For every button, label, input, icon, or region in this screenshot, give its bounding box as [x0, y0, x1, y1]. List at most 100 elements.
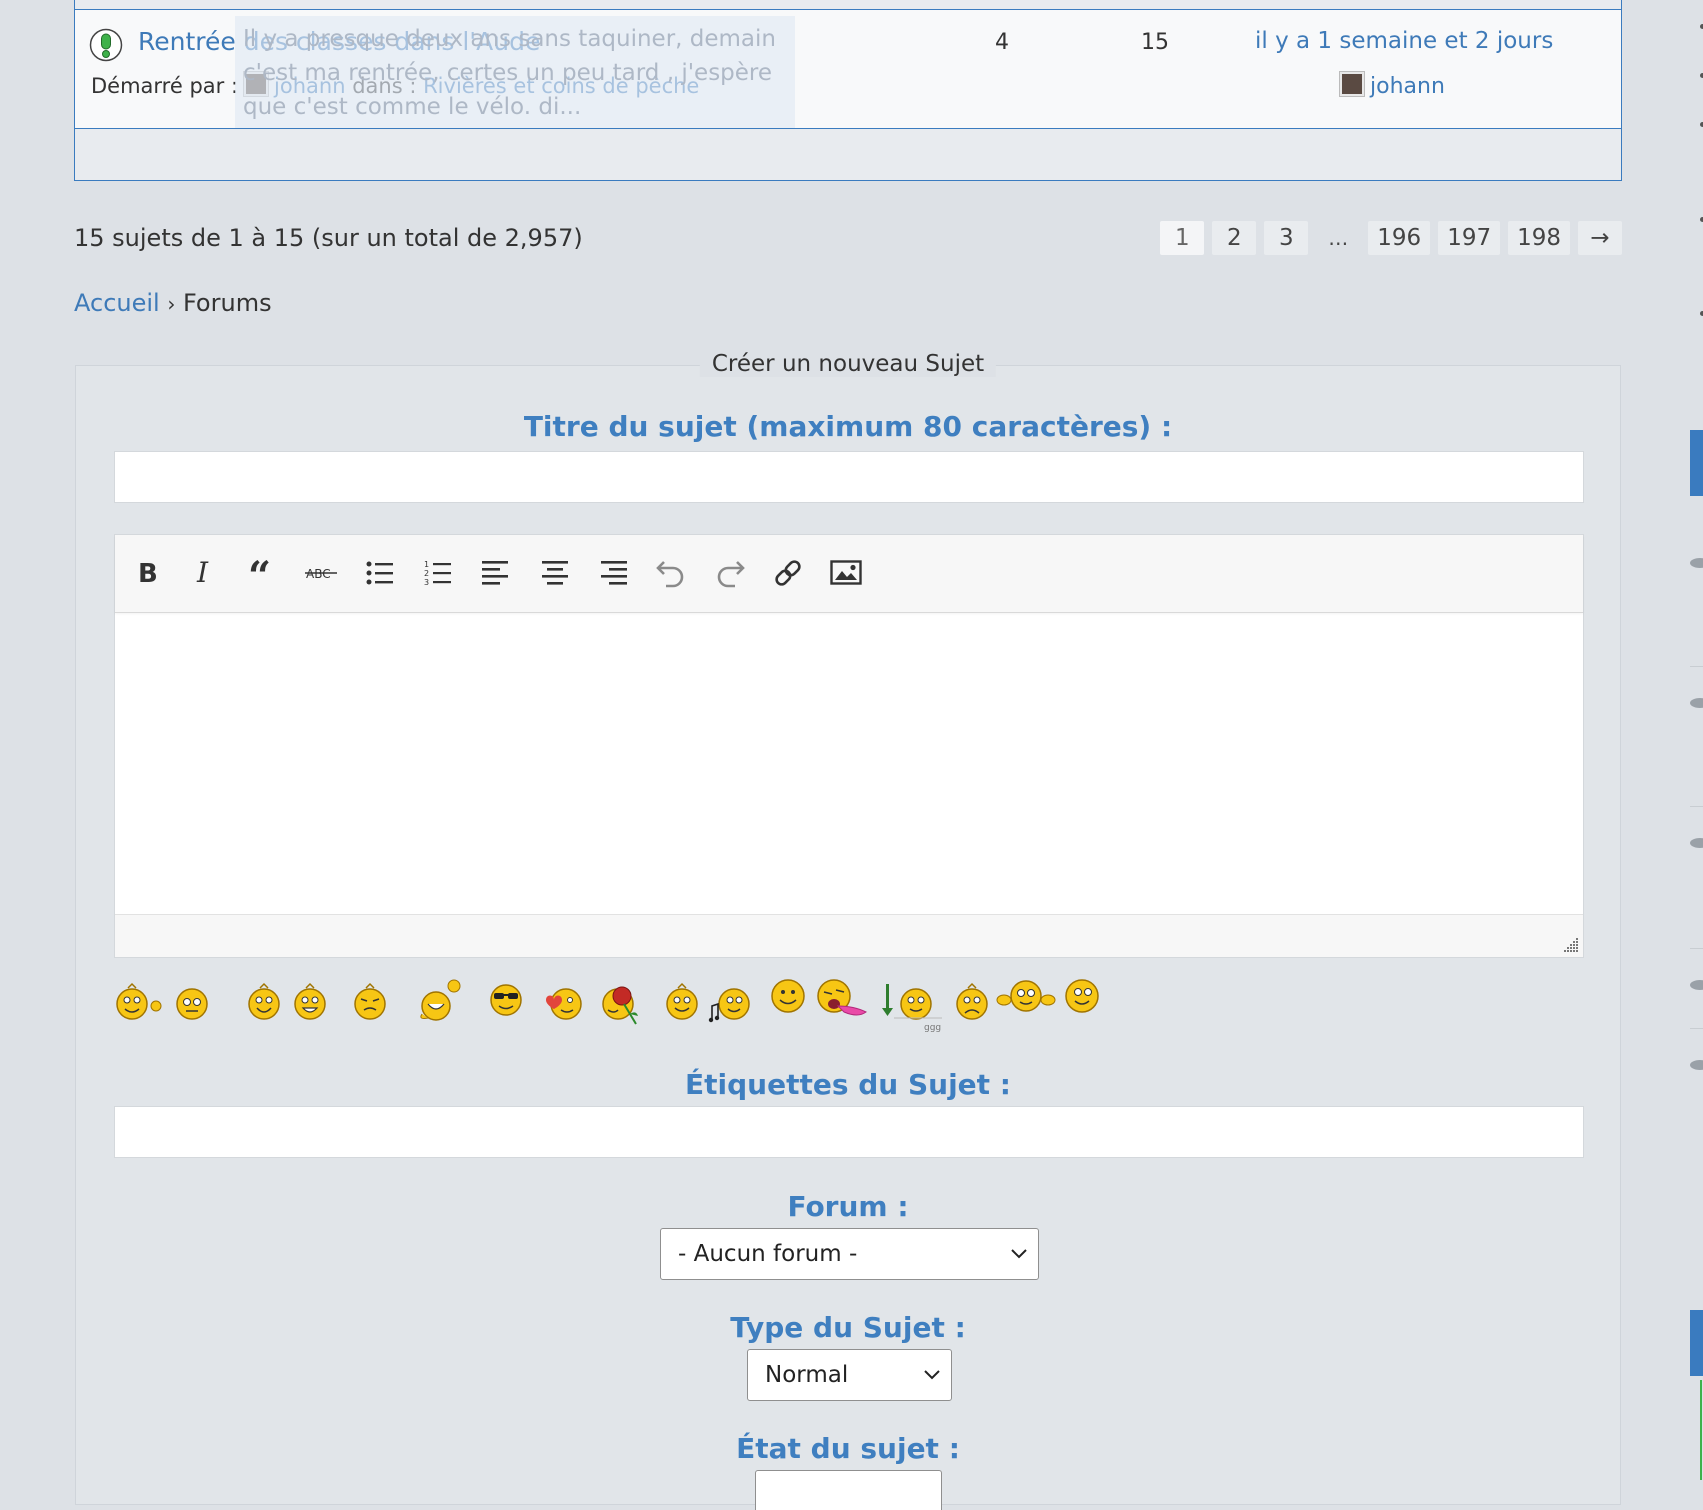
smiley-simple-icon[interactable]: [768, 974, 808, 1024]
title-input[interactable]: [114, 451, 1584, 503]
svg-text:I: I: [196, 559, 209, 587]
breadcrumb-current: Forums: [182, 289, 272, 317]
numbered-list-icon[interactable]: 123: [420, 555, 456, 591]
undo-icon[interactable]: [653, 555, 689, 591]
smiley-hug-icon[interactable]: [996, 974, 1056, 1024]
sidebar-divider: [1690, 948, 1703, 949]
tags-label: Étiquettes du Sujet :: [685, 1068, 1011, 1101]
last-poster-link[interactable]: johann: [1370, 74, 1445, 99]
bullet-list-icon[interactable]: [362, 555, 398, 591]
topic-replies-count: 4: [995, 30, 1009, 55]
breadcrumb-home-link[interactable]: Accueil: [74, 289, 160, 317]
topic-type-select[interactable]: Normal: [747, 1349, 952, 1401]
page-197-link[interactable]: 197: [1438, 221, 1501, 255]
page-1-current: 1: [1160, 221, 1205, 255]
next-page-link[interactable]: →: [1578, 221, 1622, 255]
smiley-squint-icon[interactable]: [350, 974, 390, 1024]
strikethrough-icon[interactable]: ABC: [303, 555, 339, 591]
page-196-link[interactable]: 196: [1368, 221, 1431, 255]
sidebar-heading-bar: [1690, 430, 1703, 496]
smiley-writing-icon[interactable]: ggg: [880, 974, 946, 1034]
smiley-music-icon[interactable]: [706, 974, 756, 1028]
topic-posts-count: 15: [1141, 30, 1169, 55]
svg-text:2: 2: [424, 569, 429, 578]
sidebar-accent: [1700, 1380, 1702, 1480]
svg-text:“: “: [248, 560, 271, 586]
topic-title-link[interactable]: Rentrée des classes dans l'Aude: [138, 27, 540, 56]
comment-icon: [1690, 698, 1703, 708]
topic-status-select[interactable]: [755, 1470, 942, 1510]
editor-content-area[interactable]: [115, 613, 1583, 915]
topic-type-select-value: Normal: [765, 1362, 849, 1388]
forum-label: Forum :: [787, 1190, 909, 1223]
smiley-tongue-icon[interactable]: [814, 974, 874, 1024]
pagination: 1 2 3 … 196 197 198 →: [1160, 221, 1622, 255]
comment-icon: [1690, 1060, 1703, 1070]
chevron-down-icon: [924, 1370, 940, 1380]
smiley-wave-icon[interactable]: [114, 974, 170, 1024]
editor-toolbar: B I “ ABC 123: [115, 535, 1583, 613]
breadcrumb-separator: ›: [167, 292, 176, 316]
svg-text:ggg: ggg: [924, 1023, 941, 1033]
svg-text:3: 3: [424, 578, 429, 587]
page-2-link[interactable]: 2: [1212, 221, 1257, 255]
smiley-happy-icon[interactable]: [244, 974, 284, 1024]
topic-type-label: Type du Sujet :: [730, 1311, 966, 1344]
in-forum-label: dans :: [352, 74, 417, 98]
author-link[interactable]: johann: [274, 74, 345, 98]
sidebar-divider: [1690, 806, 1703, 807]
last-poster: johann: [1340, 72, 1445, 99]
sidebar-divider: [1690, 666, 1703, 667]
forum-select-value: - Aucun forum -: [678, 1241, 858, 1267]
smiley-sad-icon[interactable]: [952, 974, 992, 1024]
avatar: [244, 72, 269, 96]
pagination-count: 15 sujets de 1 à 15 (sur un total de 2,9…: [74, 224, 583, 252]
topic-meta: Démarré par : johann dans : Rivières et c…: [91, 72, 699, 98]
topic-table: Rentrée des classes dans l'Aude Démarré …: [74, 0, 1622, 181]
chevron-down-icon: [1011, 1249, 1027, 1259]
smiley-laugh-icon[interactable]: [414, 974, 464, 1024]
italic-icon[interactable]: I: [188, 555, 224, 591]
sidebar-divider: [1690, 1028, 1703, 1029]
tags-input[interactable]: [114, 1106, 1584, 1158]
image-icon[interactable]: [828, 555, 864, 591]
smiley-bar: ggg: [114, 974, 1114, 1034]
smiley-grin-icon[interactable]: [290, 974, 330, 1024]
align-left-icon[interactable]: [478, 555, 514, 591]
forum-link[interactable]: Rivières et coins de pêche: [423, 74, 699, 98]
title-label: Titre du sujet (maximum 80 caractères) :: [523, 410, 1173, 443]
bold-icon[interactable]: B: [129, 555, 165, 591]
rich-text-editor: B I “ ABC 123: [114, 534, 1584, 958]
redo-icon[interactable]: [712, 555, 748, 591]
svg-text:B: B: [138, 559, 158, 587]
sidebar-heading-bar: [1690, 1310, 1703, 1376]
smiley-roll-eyes-icon[interactable]: [172, 974, 212, 1024]
smiley-love-icon[interactable]: [540, 974, 590, 1024]
page-198-link[interactable]: 198: [1508, 221, 1570, 255]
smiley-rose-icon[interactable]: [596, 974, 646, 1028]
svg-text:1: 1: [424, 560, 429, 569]
table-row: Rentrée des classes dans l'Aude Démarré …: [75, 10, 1621, 129]
comment-icon: [1690, 558, 1703, 568]
new-topic-form: Créer un nouveau Sujet Titre du sujet (m…: [75, 351, 1621, 1510]
quote-icon[interactable]: “: [246, 555, 282, 591]
align-center-icon[interactable]: [537, 555, 573, 591]
form-legend: Créer un nouveau Sujet: [699, 351, 997, 377]
smiley-smile-icon[interactable]: [662, 974, 702, 1024]
breadcrumb: Accueil › Forums: [74, 289, 272, 317]
resize-handle-icon[interactable]: [1563, 937, 1579, 953]
align-right-icon[interactable]: [595, 555, 631, 591]
editor-statusbar: [115, 914, 1583, 957]
page-3-link[interactable]: 3: [1264, 221, 1309, 255]
link-icon[interactable]: [770, 555, 806, 591]
page-ellipsis: …: [1328, 226, 1349, 250]
smiley-wink-icon[interactable]: [1062, 974, 1102, 1024]
sticky-topic-icon: [89, 28, 123, 62]
avatar: [1340, 72, 1364, 96]
comment-icon: [1690, 838, 1703, 848]
started-by-label: Démarré par :: [91, 74, 239, 98]
topic-status-label: État du sujet :: [736, 1432, 960, 1465]
smiley-cool-icon[interactable]: [486, 974, 526, 1024]
forum-select[interactable]: - Aucun forum -: [660, 1228, 1039, 1280]
freshness-link[interactable]: il y a 1 semaine et 2 jours: [1255, 28, 1553, 54]
